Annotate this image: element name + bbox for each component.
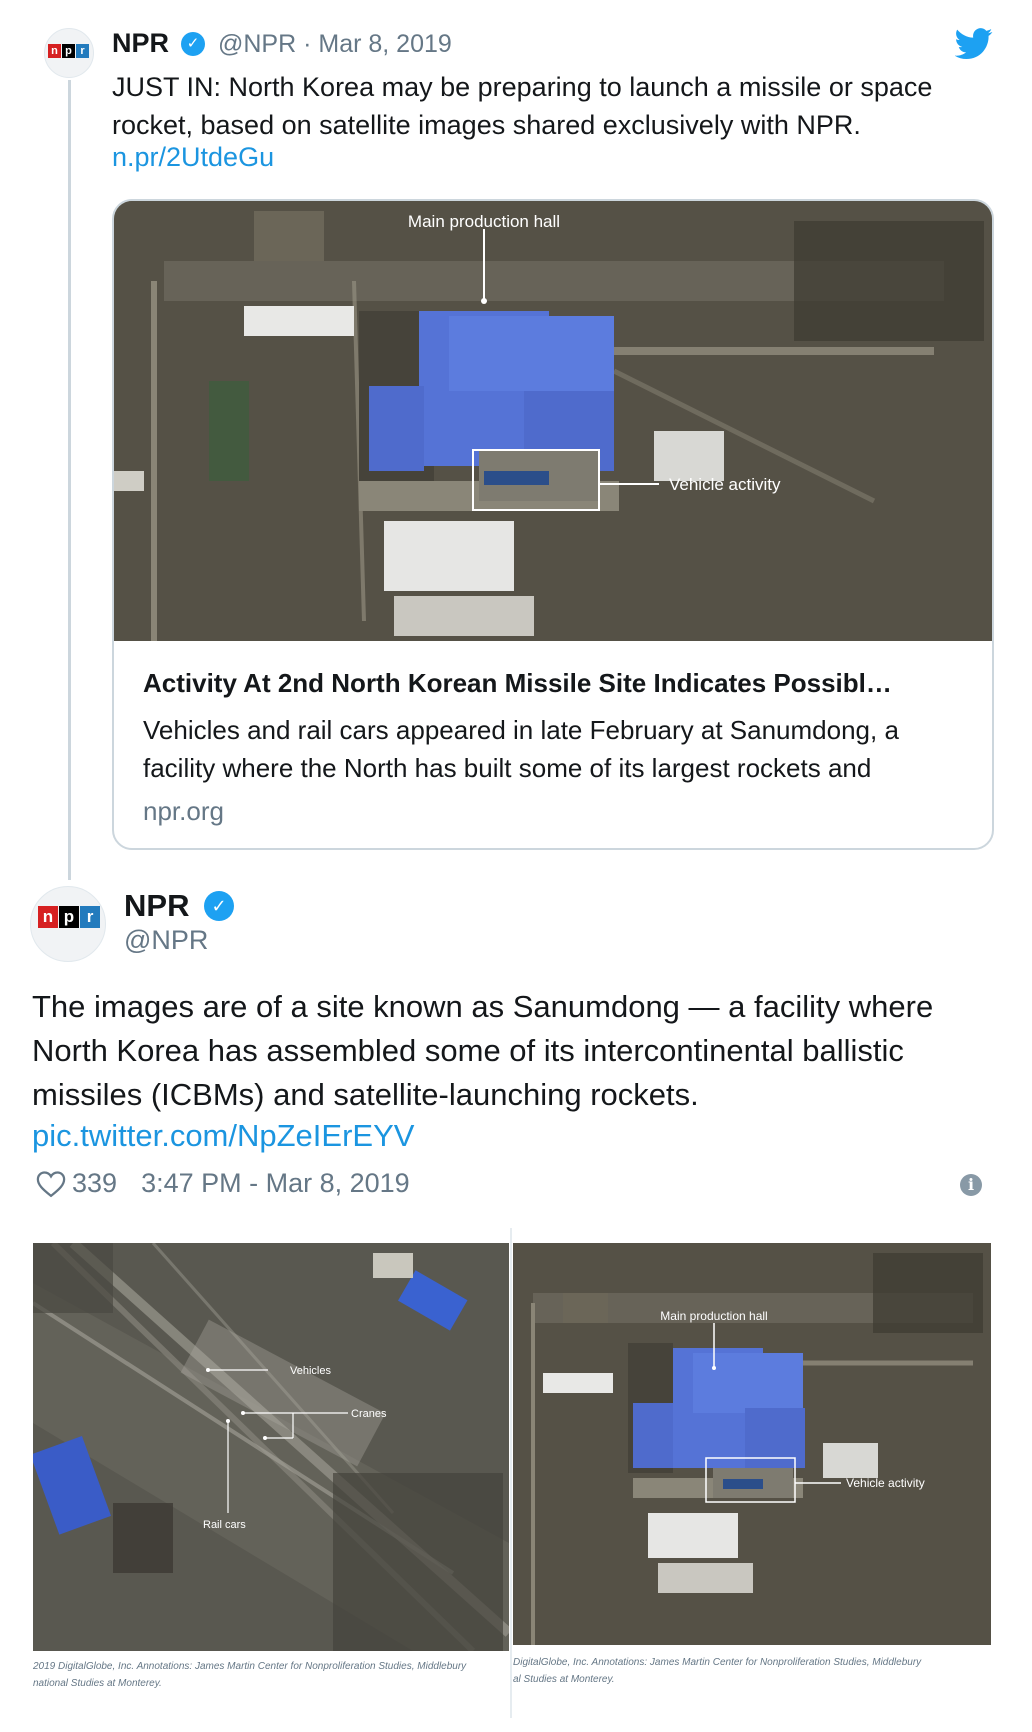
card-title: Activity At 2nd North Korean Missile Sit…	[143, 668, 892, 698]
like-count[interactable]: 339	[72, 1168, 117, 1199]
satellite-image-left[interactable]: Vehicles Cranes Rail cars	[33, 1243, 509, 1651]
image-credit-line: national Studies at Monterey.	[33, 1678, 162, 1689]
satellite-image-right[interactable]: Main production hall Vehicle activity	[513, 1243, 991, 1645]
npr-logo-letter: p	[62, 44, 75, 58]
author-name[interactable]: NPR	[112, 28, 169, 59]
timestamp[interactable]: 3:47 PM - Mar 8, 2019	[141, 1168, 410, 1199]
image-credit-line: DigitalGlobe, Inc. Annotations: James Ma…	[513, 1657, 922, 1668]
image-label-main-hall: Main production hall	[408, 212, 560, 231]
npr-logo-letter: r	[80, 906, 100, 928]
image-label-rail-cars: Rail cars	[203, 1519, 246, 1531]
image-label-cranes: Cranes	[351, 1408, 387, 1420]
author-name[interactable]: NPR	[124, 888, 189, 924]
npr-logo-letter: n	[38, 906, 58, 928]
link-preview-card[interactable]: Main production hall Vehicle activity Ac…	[112, 199, 994, 850]
verified-badge-icon: ✓	[181, 32, 205, 56]
media-divider	[510, 1228, 512, 1718]
heart-icon[interactable]	[36, 1170, 66, 1198]
card-domain: npr.org	[143, 796, 224, 826]
npr-logo: n p r	[48, 44, 89, 58]
npr-logo-letter: p	[59, 906, 79, 928]
image-credit-line: 2019 DigitalGlobe, Inc. Annotations: Jam…	[33, 1661, 467, 1672]
image-credit-line: al Studies at Monterey.	[513, 1674, 615, 1685]
image-credit: DigitalGlobe, Inc. Annotations: James Ma…	[513, 1654, 983, 1688]
info-icon[interactable]: i	[960, 1174, 982, 1196]
tweet-media-link[interactable]: pic.twitter.com/NpZeIErEYV	[32, 1118, 414, 1154]
card-description: Vehicles and rail cars appeared in late …	[143, 715, 899, 783]
verified-badge-icon: ✓	[204, 891, 234, 921]
tweet-meta: 339 3:47 PM - Mar 8, 2019	[36, 1168, 410, 1199]
author-handle-date[interactable]: @NPR · Mar 8, 2019	[218, 30, 452, 59]
image-label-vehicle-activity: Vehicle activity	[846, 1476, 925, 1490]
npr-logo: n p r	[38, 906, 100, 928]
npr-logo-letter: n	[48, 44, 61, 58]
thread-connector-line	[68, 80, 71, 880]
author-handle[interactable]: @NPR	[124, 925, 208, 956]
npr-logo-letter: r	[76, 44, 89, 58]
image-label-vehicles: Vehicles	[290, 1365, 331, 1377]
tweet-text: The images are of a site known as Sanumd…	[32, 989, 934, 1112]
twitter-bird-icon[interactable]	[955, 28, 993, 60]
satellite-image: Main production hall Vehicle activity	[114, 201, 992, 641]
image-label-vehicle-activity: Vehicle activity	[669, 475, 781, 494]
image-credit: 2019 DigitalGlobe, Inc. Annotations: Jam…	[33, 1658, 503, 1692]
image-label-main-hall: Main production hall	[660, 1309, 767, 1323]
tweet-text: JUST IN: North Korea may be preparing to…	[112, 72, 933, 140]
tweet-link[interactable]: n.pr/2UtdeGu	[112, 142, 274, 173]
